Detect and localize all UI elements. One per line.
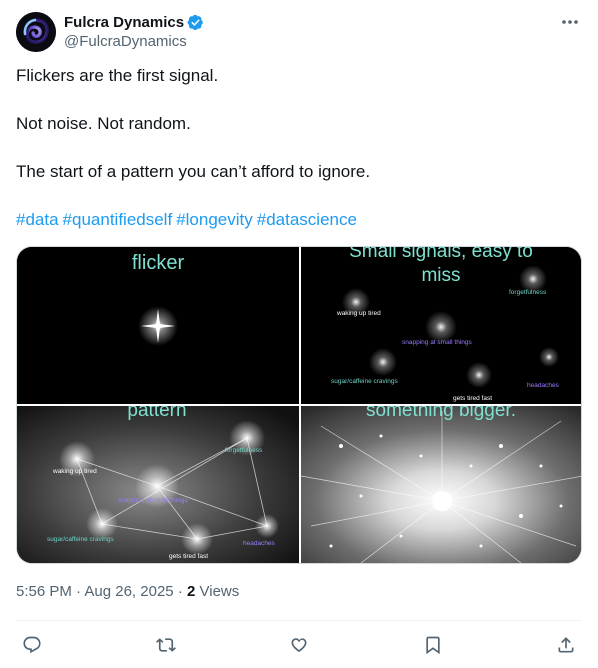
bookmark-icon: [425, 636, 440, 655]
media-image-3[interactable]: pattern forgetfulness waking up tired sn…: [17, 406, 299, 563]
signal-label: waking up tired: [336, 310, 381, 317]
panel-caption: flicker: [132, 252, 185, 274]
hashtag-link[interactable]: #datascience: [257, 210, 357, 229]
fulcra-logo-icon: [16, 12, 56, 52]
signal-label: gets tired fast: [169, 553, 208, 560]
tweet-meta: 5:56 PM · Aug 26, 2025 · 2 Views: [16, 582, 239, 602]
signal-label: gets tired fast: [453, 395, 492, 402]
reply-icon: [23, 636, 41, 654]
signal-label: sugar/caffeine cravings: [47, 536, 114, 543]
tweet-date[interactable]: Aug 26, 2025: [84, 583, 173, 600]
tweet-text: Flickers are the first signal. Not noise…: [16, 64, 582, 232]
hashtag-link[interactable]: #data: [16, 210, 59, 229]
retweet-button[interactable]: [150, 630, 182, 660]
tweet-line: Flickers are the first signal.: [16, 66, 219, 85]
hashtags: #data #quantifiedself #longevity #datascien…: [16, 208, 582, 232]
author-handle[interactable]: @FulcraDynamics: [64, 32, 204, 52]
reply-button[interactable]: [16, 630, 48, 660]
like-button[interactable]: [283, 630, 315, 660]
divider: [16, 620, 582, 621]
separator: ·: [76, 583, 82, 600]
avatar[interactable]: [16, 12, 56, 52]
views-label: Views: [199, 583, 240, 600]
signal-label: waking up tired: [52, 468, 97, 475]
media-image-2[interactable]: Small signals, easy to miss forgetfulnes…: [301, 247, 581, 404]
signal-label: snapping at small things: [118, 497, 188, 504]
hashtag-link[interactable]: #longevity: [176, 210, 253, 229]
share-icon: [558, 637, 574, 653]
verified-badge-icon: [187, 14, 203, 30]
media-image-1[interactable]: flicker: [17, 247, 299, 404]
bookmark-button[interactable]: [417, 630, 449, 660]
signal-label: sugar/caffeine cravings: [331, 378, 398, 385]
signal-label: snapping at small things: [402, 339, 472, 346]
panel-caption: Small signals, easy to: [349, 247, 533, 262]
views-count: 2: [186, 583, 196, 600]
share-button[interactable]: [550, 630, 582, 660]
tweet-time[interactable]: 5:56 PM: [16, 583, 72, 600]
retweet-icon: [155, 638, 176, 652]
like-icon: [291, 638, 307, 652]
action-bar: [16, 630, 582, 660]
signal-label: headaches: [243, 540, 276, 547]
author-display-name[interactable]: Fulcra Dynamics: [64, 14, 184, 31]
signal-label: forgetfulness: [509, 289, 547, 296]
panel-caption: something bigger.: [366, 406, 516, 421]
tweet-header: Fulcra Dynamics @FulcraDynamics: [16, 12, 582, 52]
signal-label: headaches: [527, 382, 560, 389]
more-options-button[interactable]: [558, 12, 582, 32]
separator: ·: [177, 583, 183, 600]
more-icon: [562, 20, 578, 24]
panel-caption: pattern: [127, 406, 186, 421]
media-image-4[interactable]: something bigger.: [301, 406, 581, 563]
media-grid: flicker Small signals, easy to miss forg…: [16, 246, 582, 564]
tweet-line: Not noise. Not random.: [16, 114, 191, 133]
tweet-line: The start of a pattern you can’t afford …: [16, 162, 371, 181]
hashtag-link[interactable]: #quantifiedself: [63, 210, 173, 229]
signal-label: forgetfulness: [225, 447, 263, 454]
panel-caption: miss: [421, 265, 460, 286]
